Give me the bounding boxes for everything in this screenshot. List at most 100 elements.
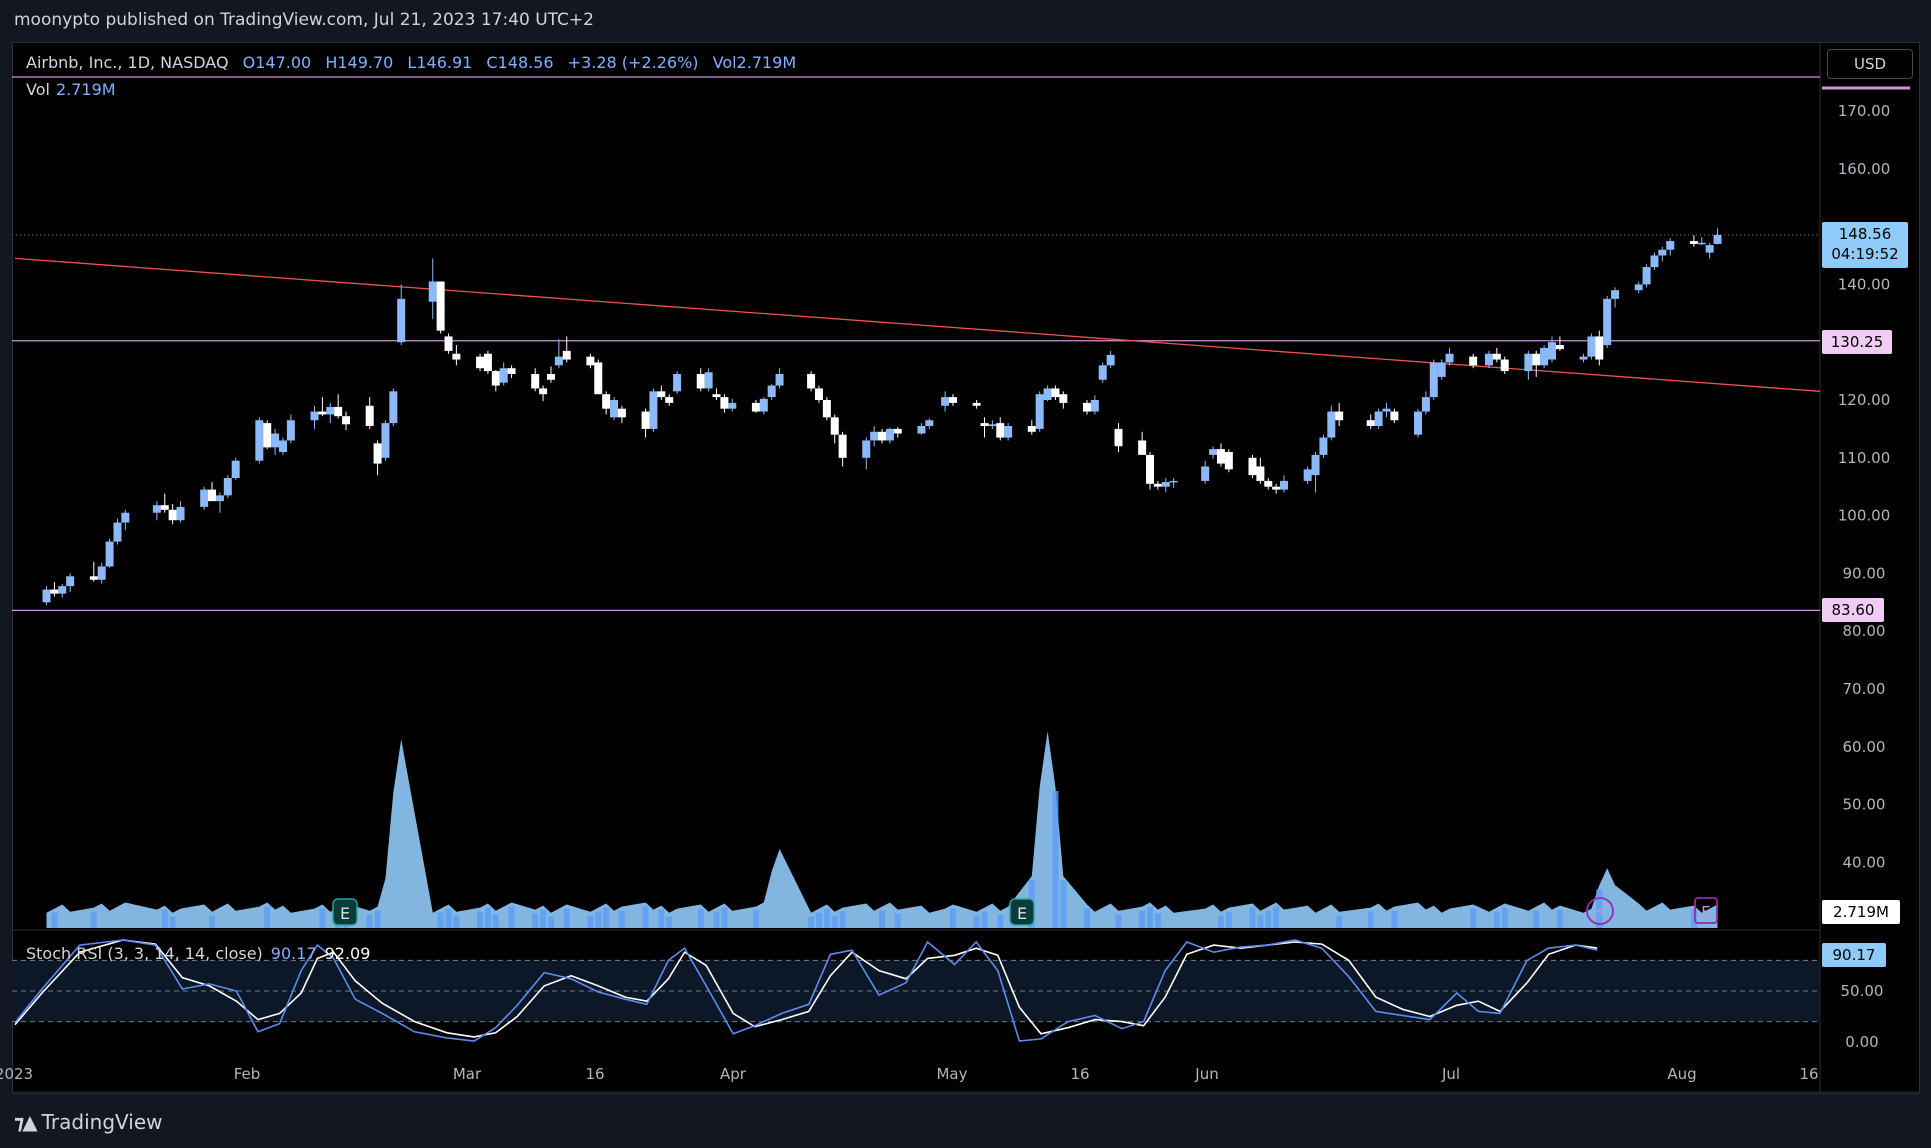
candle-body [1138, 440, 1147, 455]
candle-body [1429, 362, 1438, 398]
candle-body [1272, 486, 1281, 490]
candle-body [215, 495, 224, 502]
stoch-rsi-k-value: 90.17 [270, 944, 317, 963]
volume-bar-down [1060, 880, 1067, 928]
candle-body [657, 391, 666, 398]
candle-body [1382, 408, 1391, 412]
candle-body [121, 512, 130, 523]
volume-legend-label: Vol [26, 80, 50, 99]
candle-body [1532, 353, 1541, 366]
candle-body [1216, 449, 1225, 464]
candle-body [1035, 394, 1044, 429]
volume-bar-down [1470, 908, 1477, 928]
candle-body [152, 505, 161, 513]
volume-legend[interactable]: Vol 2.719M [26, 80, 116, 99]
candle-body [1043, 388, 1052, 400]
symbol-legend: Airbnb, Inc., 1D, NASDAQ O147.00 H149.70… [26, 53, 805, 72]
candle-body [972, 402, 981, 406]
candle-body [1209, 449, 1218, 455]
volume-bar-down [1391, 910, 1398, 928]
candle-body [728, 402, 737, 409]
volume-bar-down [697, 908, 704, 928]
candle-body [1256, 466, 1265, 481]
candle-body [50, 589, 59, 594]
volume-bar-down [484, 907, 491, 928]
volume-bar-down [894, 913, 901, 928]
rsi-k-tag: 90.17 [1822, 943, 1886, 967]
stoch-rsi-label: Stoch RSI (3, 3, 14, 14, close) [26, 944, 263, 963]
candle-body [1004, 426, 1013, 438]
volume-bar-down [492, 914, 499, 928]
volume-bar-down [752, 910, 759, 928]
candle-body [97, 566, 106, 580]
candle-body [66, 576, 75, 587]
volume-bar-down [658, 909, 665, 928]
candle-body [200, 489, 209, 507]
volume-legend-value: 2.719M [55, 80, 116, 99]
candle-body [436, 281, 445, 331]
volume-bar-down [209, 915, 216, 928]
volume-bar-down [366, 914, 373, 928]
candle-body [223, 478, 232, 496]
volume-bar-down [1533, 910, 1540, 928]
candle-body [1469, 356, 1478, 366]
volume-bar-down [1139, 910, 1146, 928]
candle-body [1098, 365, 1107, 380]
volume-bar-down [1052, 790, 1059, 928]
time-tick-label: 16 [1070, 1065, 1089, 1083]
candle-body [1374, 411, 1383, 427]
candle-body [562, 350, 571, 360]
volume-bar-down [1083, 908, 1090, 928]
earnings-icon-label: E [340, 904, 350, 923]
price-tick-label: 100.00 [1838, 507, 1891, 525]
time-tick-label: 2023 [0, 1065, 33, 1083]
candle-body [1169, 480, 1178, 483]
candle-body [1059, 394, 1068, 403]
candle-body [1414, 411, 1423, 435]
currency-button[interactable]: USD [1827, 49, 1913, 79]
close-value: C148.56 [486, 53, 554, 72]
chart-canvas[interactable]: E E ⚡ E170.00160.00140.00120.00110.00100.00… [0, 0, 1931, 1148]
candle-body [1335, 411, 1344, 421]
volume-bar-down [618, 910, 625, 928]
candle-body [231, 460, 240, 479]
candle-body [1421, 397, 1430, 412]
volume-bar-down [319, 908, 326, 928]
symbol-name[interactable]: Airbnb, Inc., 1D, NASDAQ [26, 53, 229, 72]
candle-body [830, 417, 839, 435]
candle-body [397, 298, 406, 343]
stoch-rsi-legend[interactable]: Stoch RSI (3, 3, 14, 14, close) 90.17 92.0… [26, 944, 370, 963]
volume-bar-down [1690, 909, 1697, 928]
candle-body [1666, 241, 1675, 250]
time-tick-label: Feb [234, 1065, 261, 1083]
low-value: L146.91 [407, 53, 473, 72]
candle-body [428, 281, 437, 302]
resistance-trendline [14, 257, 1821, 392]
candle-body [255, 420, 264, 461]
volume-bar-down [445, 908, 452, 928]
candle-body [168, 509, 177, 521]
candle-body [1445, 353, 1454, 363]
candle-body [58, 586, 67, 594]
candle-body [767, 385, 776, 398]
candle-body [1090, 400, 1099, 412]
candle-body [1642, 267, 1651, 285]
volume-bar-down [973, 915, 980, 928]
candle-body [775, 373, 784, 386]
candle-body [176, 506, 185, 521]
volume-bar-down [563, 908, 570, 928]
time-tick-label: 16 [1799, 1065, 1818, 1083]
candle-body [641, 411, 650, 429]
tradingview-logo[interactable]: ⁊▲ TradingView [14, 1110, 163, 1134]
candle-body [712, 394, 721, 398]
candle-body [1319, 437, 1328, 455]
candle-body [893, 428, 902, 434]
volume-bar-down [839, 911, 846, 928]
time-tick-label: May [936, 1065, 967, 1083]
candle-body [160, 505, 169, 510]
volume-bar-down [1249, 907, 1256, 928]
volume-bar-down [1336, 915, 1343, 928]
candle-body [1437, 362, 1446, 377]
candle-body [554, 356, 563, 366]
candle-body [1146, 454, 1155, 484]
